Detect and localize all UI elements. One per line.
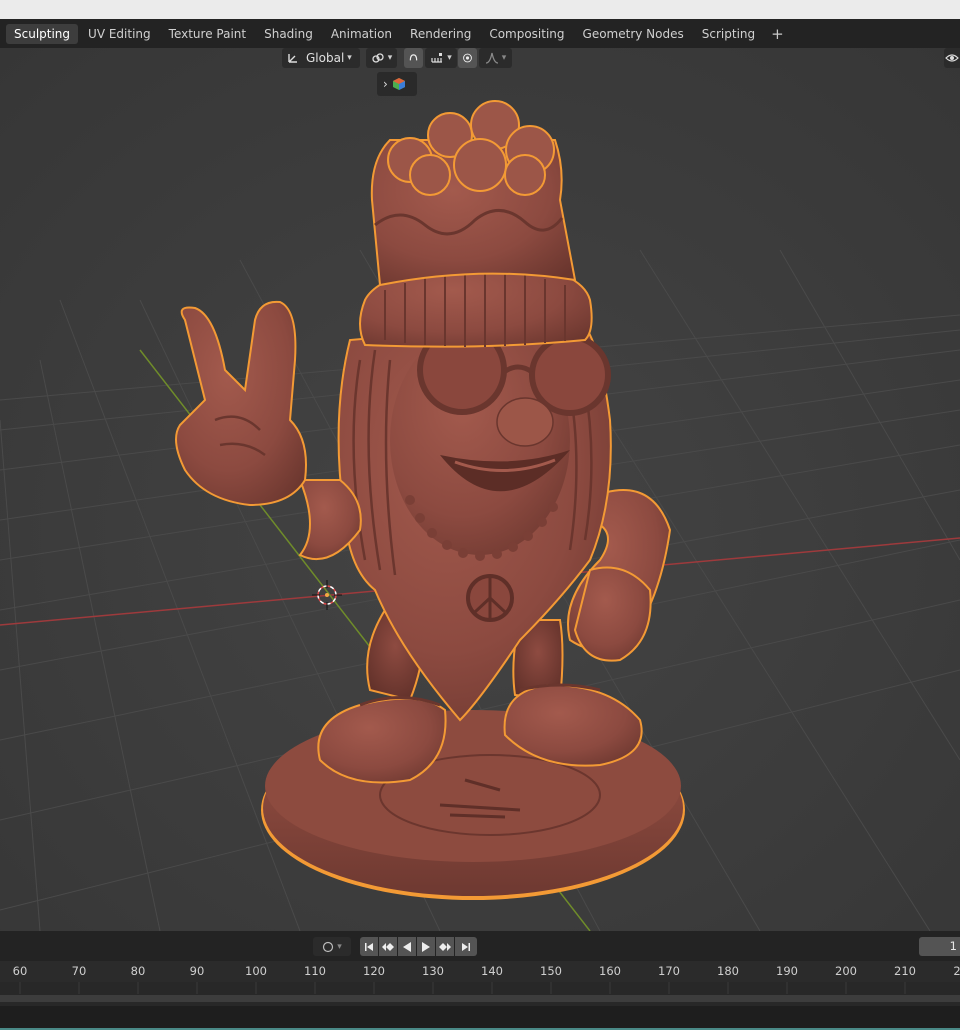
tab-scripting[interactable]: Scripting [694, 24, 763, 44]
timeline-ruler[interactable]: 60 70 80 90 100 110 120 130 140 150 160 … [0, 961, 960, 982]
tab-animation[interactable]: Animation [323, 24, 400, 44]
tab-compositing[interactable]: Compositing [481, 24, 572, 44]
chevron-down-icon: ▾ [347, 53, 352, 63]
play-reverse-icon [403, 941, 411, 952]
status-bar [0, 1006, 960, 1030]
proportional-edit-icon [409, 54, 418, 61]
frame-tick: 90 [189, 964, 205, 978]
orientation-icon [288, 54, 297, 63]
blender-window: Sculpting UV Editing Texture Paint Shadi… [0, 0, 960, 1030]
frame-tick: 130 [422, 964, 444, 978]
falloff-curve-icon [485, 52, 498, 64]
play-reverse-button[interactable] [398, 937, 416, 956]
jump-start-button[interactable] [360, 937, 378, 956]
next-keyframe-icon [439, 942, 451, 951]
timeline-track[interactable] [0, 982, 960, 1006]
workspace-tabs-bar: Sculpting UV Editing Texture Paint Shadi… [0, 19, 960, 48]
proportional-edit-toggle[interactable] [458, 48, 477, 68]
chevron-down-icon: ▾ [387, 53, 393, 63]
tab-shading[interactable]: Shading [256, 24, 321, 44]
snap-link-icon [372, 53, 384, 63]
chevron-down-icon: ▾ [337, 941, 342, 952]
tab-texture-paint[interactable]: Texture Paint [161, 24, 254, 44]
record-icon [323, 941, 334, 952]
chevron-right-icon: › [383, 77, 388, 91]
falloff-dropdown[interactable]: ▾ [479, 48, 512, 68]
frame-tick: 180 [717, 964, 739, 978]
transform-orientation-dropdown[interactable]: Global ▾ [282, 48, 360, 68]
frame-tick: 160 [599, 964, 621, 978]
snapping-group: ▾ ▾ [366, 48, 457, 68]
snap-toggle[interactable] [404, 48, 423, 68]
proportional-falloff-icon [463, 53, 472, 63]
tab-geometry-nodes[interactable]: Geometry Nodes [575, 24, 692, 44]
frame-tick: 100 [245, 964, 267, 978]
proportional-group: ▾ [458, 48, 512, 68]
snap-target-dropdown[interactable]: ▾ [425, 48, 457, 68]
add-workspace-button[interactable]: + [765, 24, 790, 44]
frame-tick: 60 [12, 964, 28, 978]
play-icon [422, 941, 430, 952]
tab-uv-editing[interactable]: UV Editing [80, 24, 159, 44]
frame-tick: 120 [363, 964, 385, 978]
snap-increment-icon [431, 53, 443, 63]
chevron-down-icon: ▾ [501, 53, 507, 63]
viewport-scene [0, 48, 960, 931]
viewport-overlay-toggle[interactable] [944, 48, 960, 68]
frame-tick: 140 [481, 964, 503, 978]
frame-tick: 190 [776, 964, 798, 978]
jump-end-icon [462, 942, 470, 951]
tab-sculpting[interactable]: Sculpting [6, 23, 79, 44]
eye-icon [945, 54, 959, 62]
frame-tick: 70 [71, 964, 87, 978]
frame-tick: 150 [540, 964, 562, 978]
frame-tick: 2 [953, 964, 960, 978]
frame-tick: 110 [304, 964, 326, 978]
frame-tick: 210 [894, 964, 916, 978]
frame-tick: 80 [130, 964, 146, 978]
prev-keyframe-button[interactable] [379, 937, 397, 956]
timeline-gridlines [0, 982, 960, 1002]
prev-keyframe-icon [382, 942, 394, 951]
transform-orientation-group: Global ▾ [282, 48, 360, 68]
play-button[interactable] [417, 937, 435, 956]
frame-tick: 170 [658, 964, 680, 978]
timeline-header [0, 931, 960, 961]
jump-start-icon [365, 942, 373, 951]
pivot-link-dropdown[interactable]: ▾ [366, 48, 397, 68]
auto-keying-dropdown[interactable]: ▾ [313, 937, 351, 956]
jump-end-button[interactable] [455, 937, 477, 956]
chevron-down-icon: ▾ [447, 53, 452, 63]
collapsed-tool-panel[interactable]: › [377, 72, 417, 96]
frame-tick: 200 [835, 964, 857, 978]
orientation-label: Global [306, 51, 345, 65]
tab-rendering[interactable]: Rendering [402, 24, 479, 44]
title-strip [0, 0, 960, 19]
object-data-icon [392, 78, 405, 90]
3d-viewport[interactable] [0, 48, 960, 931]
next-keyframe-button[interactable] [436, 937, 454, 956]
current-frame-field[interactable]: 1 [919, 937, 960, 956]
